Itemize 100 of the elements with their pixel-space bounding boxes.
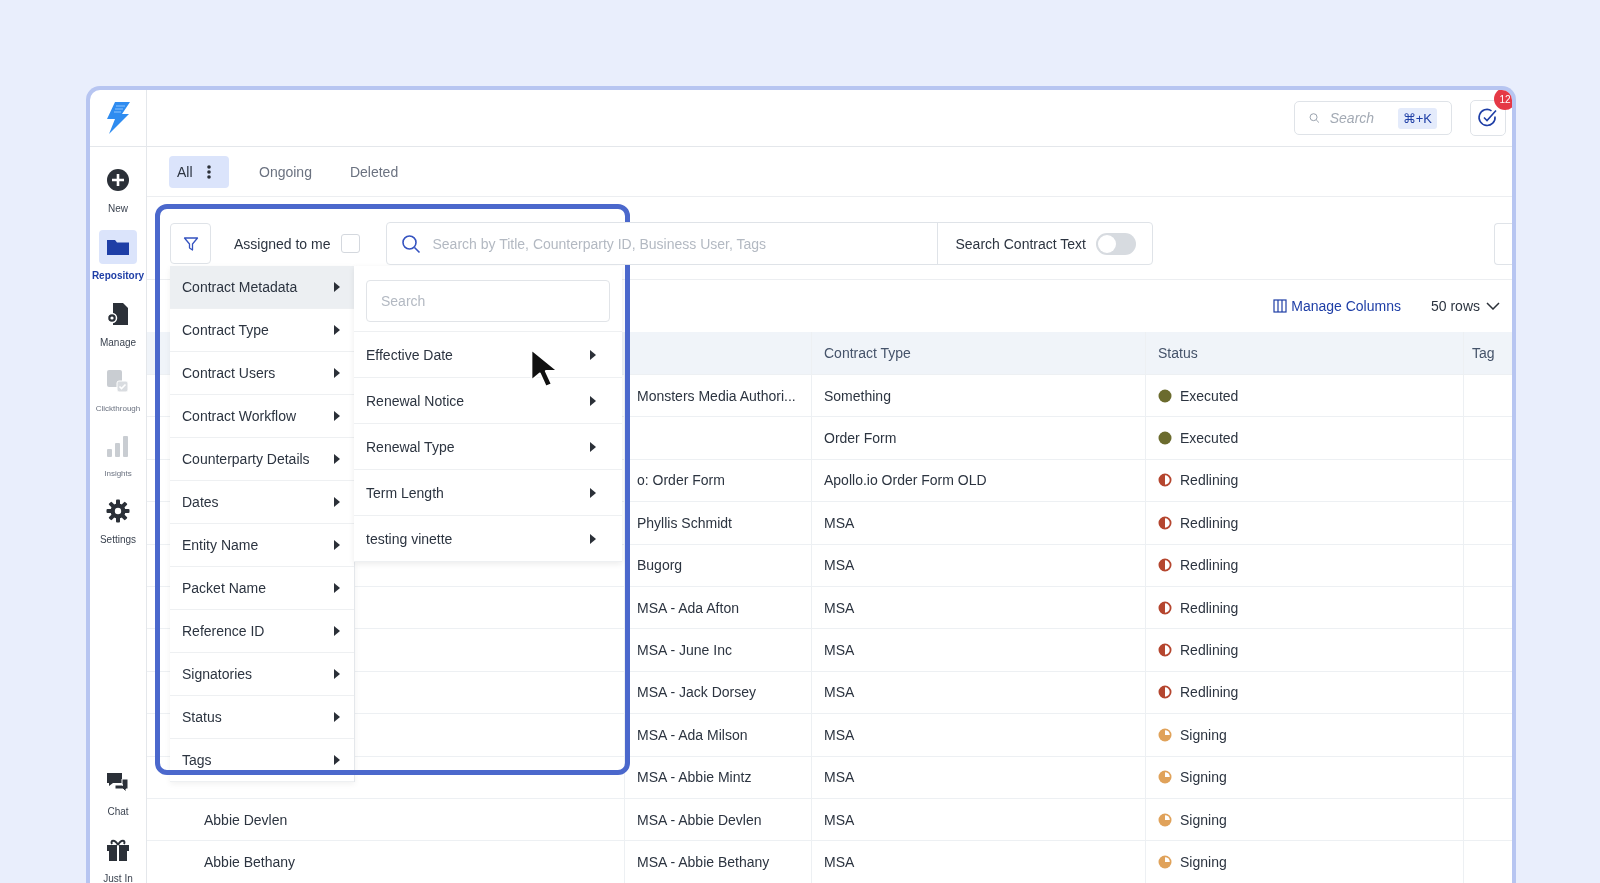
caret-right-icon	[590, 441, 596, 452]
table-cell: MSA - June Inc	[637, 642, 732, 659]
status-label: Executed	[1180, 387, 1239, 404]
filter-icon	[182, 235, 199, 252]
table-cell: MSA	[824, 599, 855, 616]
bar-chart-icon	[106, 434, 130, 458]
toggle-switch[interactable]	[1096, 232, 1136, 255]
table-cell: MSA	[824, 726, 855, 743]
status-label: Redlining	[1180, 642, 1239, 659]
menu-item[interactable]: Signatories	[170, 653, 354, 696]
rows-per-page-dropdown[interactable]: 50 rows	[1430, 298, 1500, 314]
caret-right-icon	[334, 497, 340, 507]
table-cell: MSA - Ada Afton	[637, 599, 739, 616]
search-input[interactable]: Search	[1327, 109, 1390, 127]
document-gear-icon	[106, 302, 130, 326]
caret-right-icon	[334, 325, 340, 335]
menu-item[interactable]: Renewal Type	[354, 424, 622, 470]
sidebar-item[interactable]: Manage	[93, 297, 143, 348]
table-cell: MSA - Ada Milson	[637, 726, 748, 743]
table-cell: MSA - Abbie Devlen	[637, 811, 762, 828]
status-label: Signing	[1180, 726, 1227, 743]
status-label: Signing	[1180, 854, 1227, 870]
chevron-down-icon	[1486, 302, 1500, 310]
menu-item[interactable]: Term Length	[354, 470, 622, 516]
table-cell: Something	[824, 387, 891, 404]
caret-right-icon	[334, 368, 340, 378]
column-header[interactable]: Tag	[1472, 345, 1495, 361]
manage-columns-link[interactable]: Manage Columns	[1273, 298, 1401, 314]
table-cell: MSA	[824, 514, 855, 531]
table-cell: Order Form	[824, 430, 897, 447]
menu-item[interactable]: Status	[170, 696, 354, 739]
caret-right-icon	[590, 487, 596, 498]
search-bar[interactable]: Search ⌘+K	[1294, 101, 1452, 135]
caret-right-icon	[590, 395, 596, 406]
caret-right-icon	[334, 669, 340, 679]
table-cell: Apollo.io Order Form OLD	[824, 472, 987, 489]
caret-right-icon	[334, 540, 340, 550]
gift-icon	[106, 837, 130, 862]
status-label: Redlining	[1180, 472, 1239, 489]
shortcut-hint: ⌘+K	[1397, 107, 1437, 129]
settings-icon	[106, 499, 130, 523]
caret-right-icon	[334, 583, 340, 593]
menu-item[interactable]: testing vinette	[354, 516, 622, 562]
table-cell: MSA - Abbie Mintz	[637, 769, 752, 786]
sidebar-item[interactable]: Chat	[93, 765, 143, 817]
table-cell: MSA	[824, 557, 855, 574]
search-icon	[400, 233, 421, 254]
caret-right-icon	[334, 282, 340, 292]
status-label: Redlining	[1180, 557, 1239, 574]
caret-right-icon	[590, 349, 596, 360]
search-field[interactable]: Search	[366, 280, 610, 322]
filter-button[interactable]	[170, 223, 211, 264]
status-label: Redlining	[1180, 599, 1239, 616]
status-label: Redlining	[1180, 514, 1239, 531]
document-check-icon	[106, 369, 130, 393]
table-cell: MSA	[824, 811, 855, 828]
assigned-to-me-label: Assigned to me	[234, 235, 331, 252]
column-header[interactable]: Status	[1158, 345, 1198, 361]
tab[interactable]: Deleted	[341, 155, 407, 188]
tab[interactable]: Ongoing	[251, 155, 320, 188]
caret-right-icon	[334, 411, 340, 421]
table-cell: Bugorg	[637, 557, 683, 574]
table-cell: Phyllis Schmidt	[637, 514, 732, 531]
menu-item[interactable]: Contract Metadata	[170, 266, 354, 309]
menu-item[interactable]: Tags	[170, 739, 354, 782]
table-cell: o: Order Form	[637, 472, 725, 489]
sidebar-item[interactable]: Settings	[93, 494, 143, 545]
tab[interactable]: All	[169, 155, 229, 188]
table-cell: MSA	[824, 642, 855, 659]
table-cell: Abbie Devlen	[204, 811, 288, 828]
check-circle-icon	[1477, 107, 1499, 129]
caret-right-icon	[334, 454, 340, 464]
table-cell: MSA - Abbie Bethany	[637, 854, 770, 870]
column-header[interactable]: Contract Type	[824, 345, 911, 361]
toolbar-button[interactable]	[1494, 222, 1512, 265]
caret-right-icon	[334, 712, 340, 722]
status-label: Signing	[1180, 811, 1227, 828]
plus-icon	[106, 168, 130, 192]
status-label: Redlining	[1180, 684, 1239, 701]
table-cell: MSA - Jack Dorsey	[637, 684, 757, 701]
caret-right-icon	[590, 533, 596, 544]
sidebar-item[interactable]: New	[93, 163, 143, 214]
checkbox[interactable]	[340, 234, 360, 253]
caret-right-icon	[334, 755, 340, 765]
sidebar-item[interactable]: Just In	[93, 832, 143, 883]
caret-right-icon	[334, 626, 340, 636]
menu-item[interactable]: Reference ID	[170, 610, 354, 653]
status-label: Executed	[1180, 430, 1239, 447]
table-cell: Monsters Media Authori...	[637, 387, 796, 404]
columns-icon	[1273, 299, 1288, 313]
search-contract-text-label: Search Contract Text	[955, 235, 1086, 252]
table-cell: MSA	[824, 684, 855, 701]
notification-count: 12	[1494, 90, 1512, 110]
table-cell: Abbie Bethany	[204, 854, 296, 870]
table-cell: MSA	[824, 769, 855, 786]
search-bar[interactable]: Search by Title, Counterparty ID, Business User, Tags	[386, 223, 938, 264]
menu-item[interactable]: Packet Name	[170, 567, 354, 610]
status-label: Signing	[1180, 769, 1227, 786]
table-cell: MSA	[824, 854, 855, 870]
lightning-logo-icon	[105, 101, 131, 135]
